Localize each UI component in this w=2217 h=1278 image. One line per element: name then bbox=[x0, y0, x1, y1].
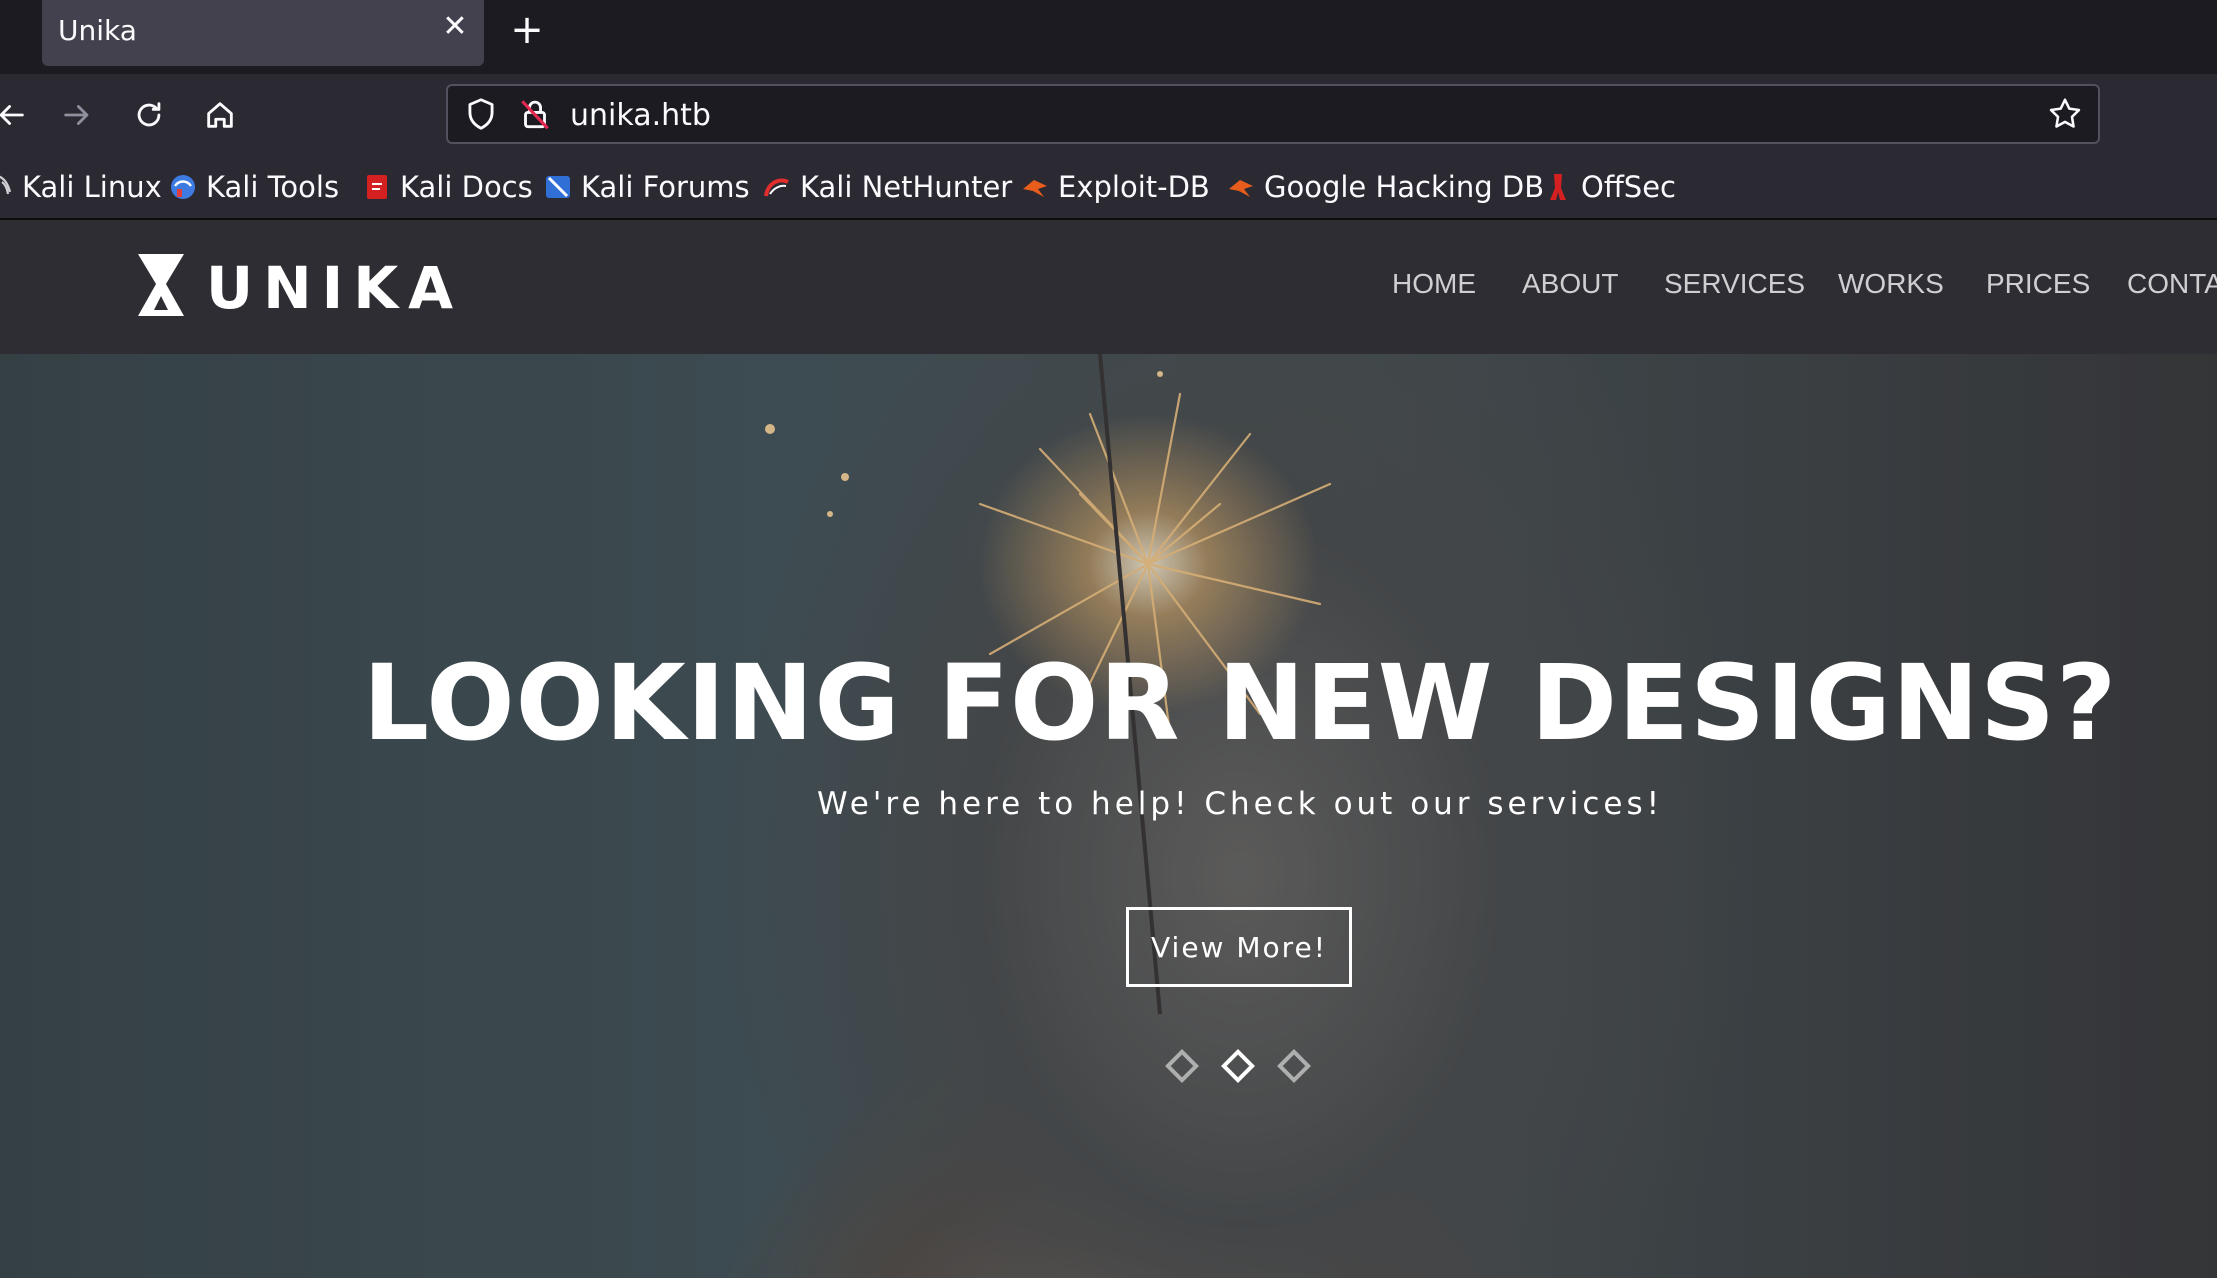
reload-icon[interactable] bbox=[124, 90, 174, 140]
new-tab-icon[interactable]: + bbox=[507, 10, 547, 50]
kali-forums-icon bbox=[543, 172, 573, 202]
view-more-button[interactable]: View More! bbox=[1126, 907, 1352, 987]
kali-docs-icon bbox=[362, 172, 392, 202]
hero-title: LOOKING FOR NEW DESIGNS? bbox=[362, 642, 2118, 764]
browser-tab-bar: Unika ✕ + bbox=[0, 0, 2217, 74]
home-icon[interactable] bbox=[195, 90, 245, 140]
ghdb-icon bbox=[1226, 172, 1256, 202]
url-text[interactable]: unika.htb bbox=[570, 98, 711, 133]
hourglass-logo-icon bbox=[138, 254, 184, 316]
url-bar[interactable]: unika.htb bbox=[446, 84, 2100, 144]
kali-dragon-icon bbox=[0, 172, 14, 202]
tab-close-icon[interactable]: ✕ bbox=[440, 12, 470, 42]
bookmark-kali-tools[interactable]: Kali Tools bbox=[168, 170, 339, 204]
bookmark-offsec[interactable]: OffSec bbox=[1543, 170, 1676, 204]
bookmark-google-hacking-db[interactable]: Google Hacking DB bbox=[1226, 170, 1544, 204]
nav-works[interactable]: WORKS bbox=[1838, 268, 1944, 300]
exploit-db-icon bbox=[1020, 172, 1050, 202]
logo-text: UNIKA bbox=[206, 254, 464, 322]
hero-subtitle: We're here to help! Check out our servic… bbox=[816, 786, 1664, 822]
kali-tools-icon bbox=[168, 172, 198, 202]
tab-title: Unika bbox=[58, 14, 137, 47]
bookmark-kali-docs[interactable]: Kali Docs bbox=[362, 170, 533, 204]
insecure-lock-icon[interactable] bbox=[516, 95, 554, 133]
bookmark-kali-nethunter[interactable]: Kali NetHunter bbox=[762, 170, 1012, 204]
site-header: UNIKA HOME ABOUT SERVICES WORKS PRICES C… bbox=[0, 220, 2217, 354]
shield-icon[interactable] bbox=[462, 95, 500, 133]
back-icon[interactable] bbox=[0, 90, 36, 140]
hero-slider: LOOKING FOR NEW DESIGNS? We're here to h… bbox=[0, 354, 2217, 1278]
bookmark-exploit-db[interactable]: Exploit-DB bbox=[1020, 170, 1210, 204]
bookmark-kali-linux[interactable]: Kali Linux bbox=[0, 170, 162, 204]
bookmarks-toolbar: Kali Linux Kali Tools Kali Docs Kali For… bbox=[0, 156, 2217, 220]
bookmark-star-icon[interactable] bbox=[2046, 95, 2084, 133]
bookmark-kali-forums[interactable]: Kali Forums bbox=[543, 170, 750, 204]
site-logo[interactable]: UNIKA bbox=[136, 250, 453, 322]
nav-contact[interactable]: CONTA bbox=[2127, 268, 2217, 300]
nav-about[interactable]: ABOUT bbox=[1522, 268, 1618, 300]
offsec-icon bbox=[1543, 172, 1573, 202]
forward-icon[interactable] bbox=[52, 90, 102, 140]
nav-prices[interactable]: PRICES bbox=[1986, 268, 2090, 300]
kali-nethunter-icon bbox=[762, 172, 792, 202]
browser-tab[interactable]: Unika ✕ bbox=[42, 0, 484, 66]
nav-home[interactable]: HOME bbox=[1392, 268, 1476, 300]
browser-toolbar: unika.htb bbox=[0, 74, 2217, 156]
nav-services[interactable]: SERVICES bbox=[1664, 268, 1805, 300]
